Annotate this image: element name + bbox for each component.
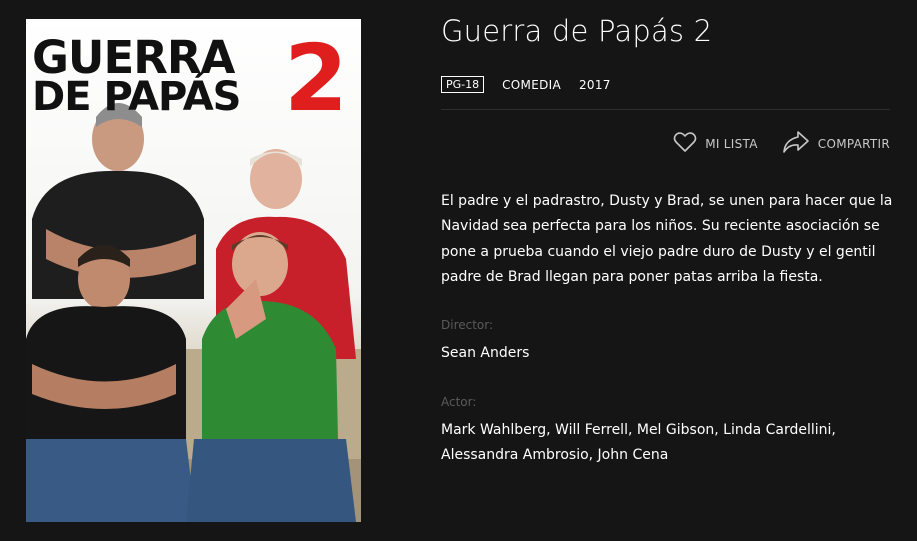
year-label: 2017	[578, 77, 611, 92]
movie-description: El padre y el padrastro, Dusty y Brad, s…	[441, 193, 893, 285]
movie-title: Guerra de Papás 2	[441, 14, 713, 48]
action-bar: MI LISTA COMPARTIR	[673, 130, 890, 157]
actor-label: Actor:	[441, 395, 477, 409]
poster-title-line1: GUERRA	[32, 31, 235, 84]
director-label: Director:	[441, 318, 494, 332]
heart-icon	[673, 131, 697, 156]
poster-title-line2: DE PAPÁS	[32, 73, 241, 120]
poster-title: GUERRA DE PAPÁS	[32, 31, 282, 120]
my-list-button[interactable]: MI LISTA	[673, 131, 758, 156]
share-label: COMPARTIR	[817, 136, 890, 151]
poster-title-number: 2	[284, 25, 349, 132]
share-button[interactable]: COMPARTIR	[782, 130, 890, 157]
divider	[441, 109, 890, 110]
actor-list[interactable]: Mark Wahlberg, Will Ferrell, Mel Gibson,…	[441, 418, 881, 468]
movie-poster[interactable]: GUERRA DE PAPÁS 2	[26, 19, 361, 522]
genre-label[interactable]: COMEDIA	[502, 78, 561, 92]
director-name[interactable]: Sean Anders	[441, 341, 529, 366]
share-icon	[782, 130, 810, 157]
rating-badge: PG-18	[441, 76, 485, 93]
movie-meta: PG-18 COMEDIA 2017	[441, 76, 611, 93]
my-list-label: MI LISTA	[705, 136, 758, 151]
movie-detail-page: GUERRA DE PAPÁS 2 Guerra de Papás 2 PG-1…	[0, 0, 917, 541]
